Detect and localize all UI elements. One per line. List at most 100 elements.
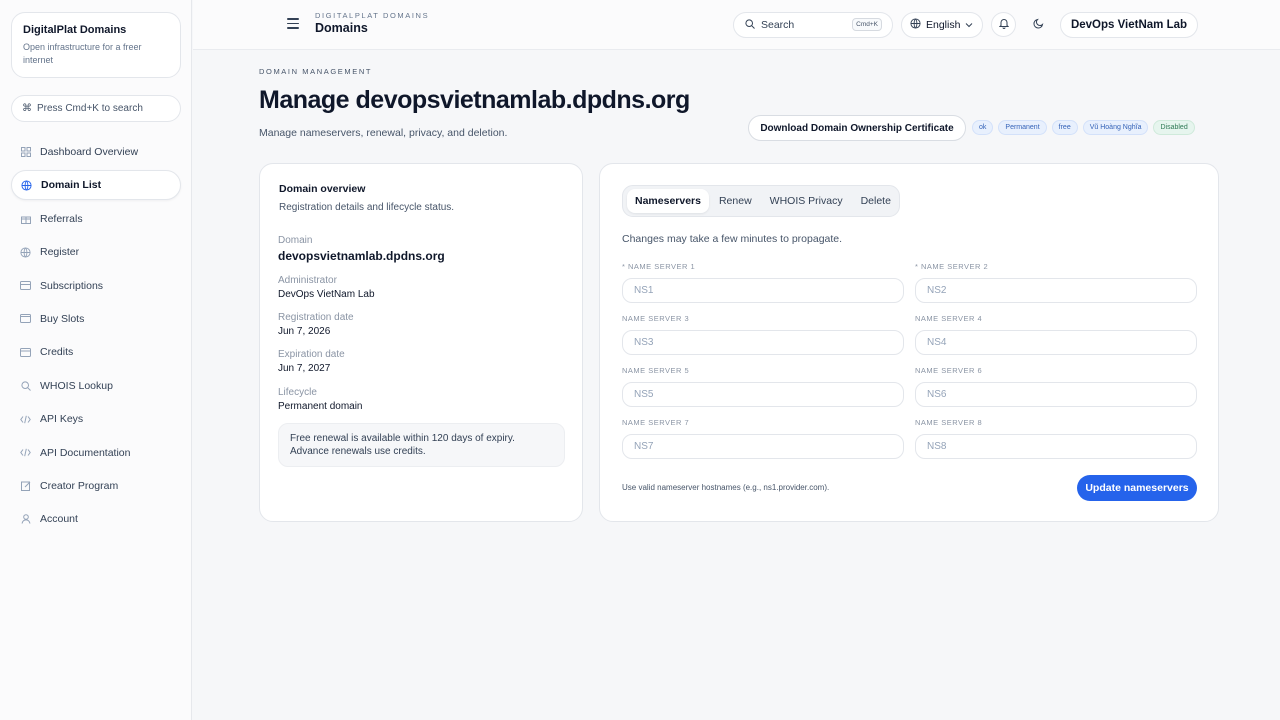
brand-name: DigitalPlat Domains <box>23 24 127 36</box>
propagation-note: Changes may take a few minutes to propag… <box>622 233 843 245</box>
ns5-input[interactable] <box>622 382 904 407</box>
sidebar-item-label: Domain List <box>41 179 102 192</box>
language-select[interactable]: English <box>901 12 983 38</box>
ns4-label: NAME SERVER 4 <box>915 314 983 323</box>
ns5-label: NAME SERVER 5 <box>622 366 690 375</box>
sidebar-item-domain-list[interactable]: Domain List <box>11 170 181 201</box>
sidebar-item-label: Creator Program <box>40 479 119 492</box>
notifications-button[interactable] <box>991 12 1016 37</box>
user-menu-button[interactable]: DevOps VietNam Lab <box>1060 12 1198 38</box>
ns8-label: NAME SERVER 8 <box>915 418 983 427</box>
status-badge: Permanent <box>998 120 1047 135</box>
status-badge: free <box>1051 120 1078 135</box>
gift-icon <box>20 213 31 224</box>
globe-icon <box>20 247 31 258</box>
sidebar-item-buy-slots[interactable]: Buy Slots <box>11 304 181 334</box>
renewal-note: Free renewal is available within 120 day… <box>278 423 565 467</box>
overview-field-administrator: Administrator DevOps VietNam Lab <box>278 275 375 300</box>
brand-tagline: Open infrastructure for a freer internet <box>23 42 142 65</box>
globe-icon <box>21 180 32 191</box>
sidebar-item-label: Dashboard Overview <box>40 146 139 158</box>
tab-nameservers[interactable]: Nameservers <box>627 189 709 213</box>
sidebar-item-label: API Documentation <box>40 446 131 459</box>
sidebar-item-label: Buy Slots <box>40 312 85 325</box>
command-search[interactable]: ⌘ Press Cmd+K to search <box>11 95 181 122</box>
sidebar-item-api-documentation[interactable]: API Documentation <box>11 438 181 468</box>
overview-field-expiration-date: Expiration date Jun 7, 2027 <box>278 349 345 374</box>
theme-toggle-button[interactable] <box>1026 12 1051 37</box>
sidebar-item-whois-lookup[interactable]: WHOIS Lookup <box>11 371 181 401</box>
nameservers-card: Nameservers Renew WHOIS Privacy Delete C… <box>599 163 1219 522</box>
topbar-search[interactable]: Search Cmd+K <box>733 12 893 38</box>
ns1-label: * NAME SERVER 1 <box>622 262 696 271</box>
search-icon <box>20 380 31 391</box>
page-kicker: DOMAIN MANAGEMENT <box>259 67 373 76</box>
bell-icon <box>998 16 1009 34</box>
field-label: Administrator <box>278 275 337 286</box>
ns8-input[interactable] <box>915 434 1197 459</box>
status-badge: Disabled <box>1153 120 1195 135</box>
menu-icon[interactable] <box>287 18 299 30</box>
nameserver-hint: Use valid nameserver hostnames (e.g., ns… <box>622 483 830 492</box>
ns2-input[interactable] <box>915 278 1197 303</box>
tab-delete[interactable]: Delete <box>853 189 899 213</box>
command-search-placeholder: Press Cmd+K to search <box>37 103 143 114</box>
chevron-down-icon <box>965 19 973 31</box>
card-icon <box>20 280 31 291</box>
sidebar: DigitalPlat Domains Open infrastructure … <box>0 0 192 720</box>
management-tabs: Nameservers Renew WHOIS Privacy Delete <box>622 185 900 217</box>
sidebar-item-label: WHOIS Lookup <box>40 379 113 392</box>
command-icon: ⌘ <box>22 103 32 114</box>
field-value: Jun 7, 2026 <box>278 326 331 337</box>
field-label: Lifecycle <box>278 387 317 398</box>
field-label: Expiration date <box>278 349 345 360</box>
user-icon <box>20 514 31 525</box>
tab-renew[interactable]: Renew <box>711 189 760 213</box>
edit-icon <box>20 480 31 491</box>
status-badge: Vũ Hoàng Nghĩa <box>1082 120 1149 135</box>
ns6-input[interactable] <box>915 382 1197 407</box>
search-shortcut: Cmd+K <box>852 18 882 31</box>
page-title: Manage devopsvietnamlab.dpdns.org <box>259 86 690 114</box>
status-badge: ok <box>972 120 994 135</box>
sidebar-item-register[interactable]: Register <box>11 237 181 267</box>
renewal-note-line: Free renewal is available within 120 day… <box>290 433 515 444</box>
ns7-input[interactable] <box>622 434 904 459</box>
ns2-label: * NAME SERVER 2 <box>915 262 989 271</box>
sidebar-item-label: Account <box>40 513 78 526</box>
field-value: Jun 7, 2027 <box>278 363 331 374</box>
language-label: English <box>926 19 961 31</box>
sidebar-item-dashboard-overview[interactable]: Dashboard Overview <box>11 137 181 167</box>
brand-card[interactable]: DigitalPlat Domains Open infrastructure … <box>11 12 181 78</box>
sidebar-item-label: Referrals <box>40 212 83 225</box>
ns1-input[interactable] <box>622 278 904 303</box>
ns6-label: NAME SERVER 6 <box>915 366 983 375</box>
ns3-input[interactable] <box>622 330 904 355</box>
wallet-icon <box>20 313 31 324</box>
code-icon <box>20 447 31 458</box>
field-label: Registration date <box>278 312 354 323</box>
code-icon <box>20 414 31 425</box>
sidebar-item-credits[interactable]: Credits <box>11 337 181 367</box>
update-nameservers-button[interactable]: Update nameservers <box>1077 475 1197 501</box>
sidebar-item-creator-program[interactable]: Creator Program <box>11 471 181 501</box>
sidebar-item-account[interactable]: Account <box>11 504 181 534</box>
sidebar-item-label: Credits <box>40 346 74 359</box>
tab-whois-privacy[interactable]: WHOIS Privacy <box>762 189 851 213</box>
ns4-input[interactable] <box>915 330 1197 355</box>
field-value: DevOps VietNam Lab <box>278 289 375 300</box>
renewal-note-line: Advance renewals use credits. <box>290 446 426 457</box>
overview-title: Domain overview <box>279 183 366 195</box>
globe-icon <box>910 18 921 32</box>
moon-icon <box>1033 16 1044 34</box>
sidebar-item-subscriptions[interactable]: Subscriptions <box>11 271 181 301</box>
field-label: Domain <box>278 235 313 246</box>
sidebar-item-api-keys[interactable]: API Keys <box>11 404 181 434</box>
overview-field-domain: Domain devopsvietnamlab.dpdns.org <box>278 235 445 263</box>
sidebar-item-referrals[interactable]: Referrals <box>11 204 181 234</box>
ns3-label: NAME SERVER 3 <box>622 314 690 323</box>
download-certificate-button[interactable]: Download Domain Ownership Certificate <box>748 115 966 141</box>
credit-card-icon <box>20 347 31 358</box>
field-value: Permanent domain <box>278 401 363 412</box>
overview-subtitle: Registration details and lifecycle statu… <box>279 202 455 213</box>
